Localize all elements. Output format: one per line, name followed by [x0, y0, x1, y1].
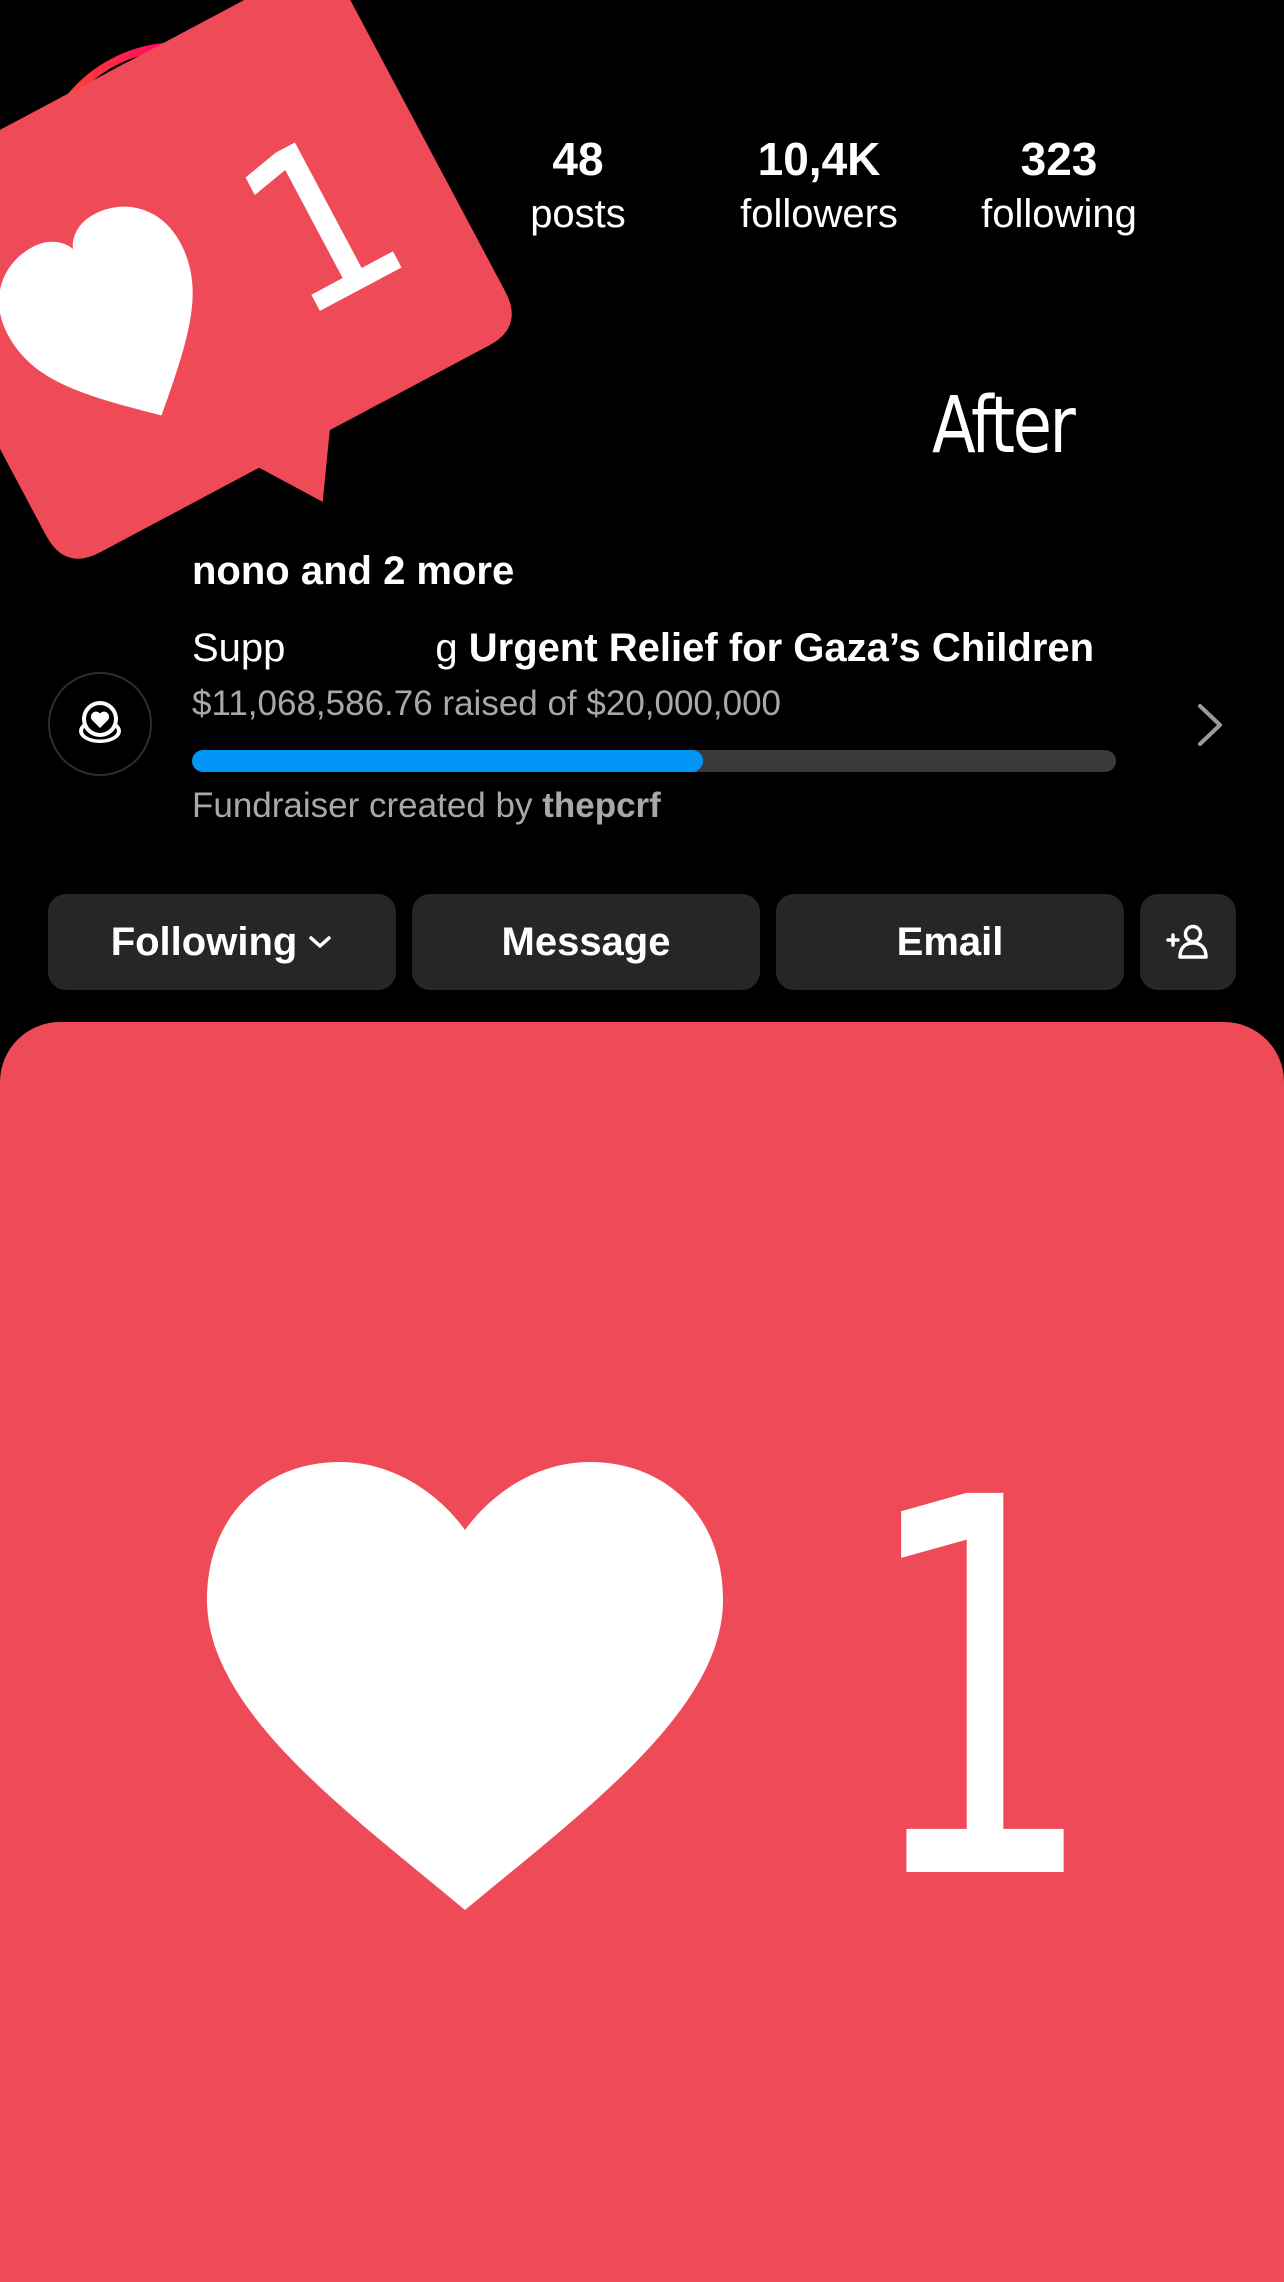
like-count: 1: [860, 1389, 1099, 1995]
fundraiser-progress-fill: [192, 750, 703, 772]
following-button-label: Following: [110, 919, 298, 964]
fundraiser-title-suffix: g: [435, 626, 458, 670]
fundraiser-creator[interactable]: Fundraiser created by thepcrf: [192, 782, 661, 830]
after-caption: After: [932, 381, 1076, 471]
following-stat[interactable]: 323 following: [939, 130, 1179, 240]
add-user-button[interactable]: [1140, 894, 1236, 990]
fundraiser-title-prefix: Supp: [192, 626, 286, 670]
following-count: 323: [1020, 133, 1098, 185]
heart-coin-icon: [79, 701, 121, 743]
message-button-label: Message: [501, 919, 671, 964]
fundraiser-amount: $11,068,586.76 raised of $20,000,000: [192, 684, 782, 723]
posts-count: 48: [552, 133, 604, 185]
fundraiser-title[interactable]: Supp g Urgent Relief for Gaza’s Children: [192, 620, 1094, 676]
email-button[interactable]: Email: [776, 894, 1124, 990]
fundraiser-progress-bar: [192, 750, 1116, 772]
fundraiser-title-bold: Urgent Relief for Gaza’s Children: [468, 626, 1095, 670]
chevron-right-icon[interactable]: [1192, 700, 1228, 750]
like-notification-banner: 1: [0, 1022, 1284, 2282]
email-button-label: Email: [896, 919, 1004, 964]
fundraiser-icon[interactable]: [48, 672, 152, 776]
followers-count: 10,4K: [757, 133, 881, 185]
message-button[interactable]: Message: [412, 894, 760, 990]
posts-stat[interactable]: 48 posts: [458, 130, 698, 240]
add-user-icon: [1166, 924, 1208, 959]
heart-icon: [207, 1462, 723, 1910]
chevron-down-icon: [309, 936, 332, 948]
fundraiser-creator-name: thepcrf: [542, 786, 661, 825]
fundraiser-creator-prefix: Fundraiser created by: [192, 786, 533, 825]
followers-label: followers: [740, 192, 898, 236]
following-label: following: [981, 192, 1137, 236]
followers-stat[interactable]: 10,4K followers: [699, 130, 939, 240]
profile-screen: 48 posts 10,4K followers 323 following A…: [0, 0, 1284, 2282]
following-button[interactable]: Following: [48, 894, 396, 990]
